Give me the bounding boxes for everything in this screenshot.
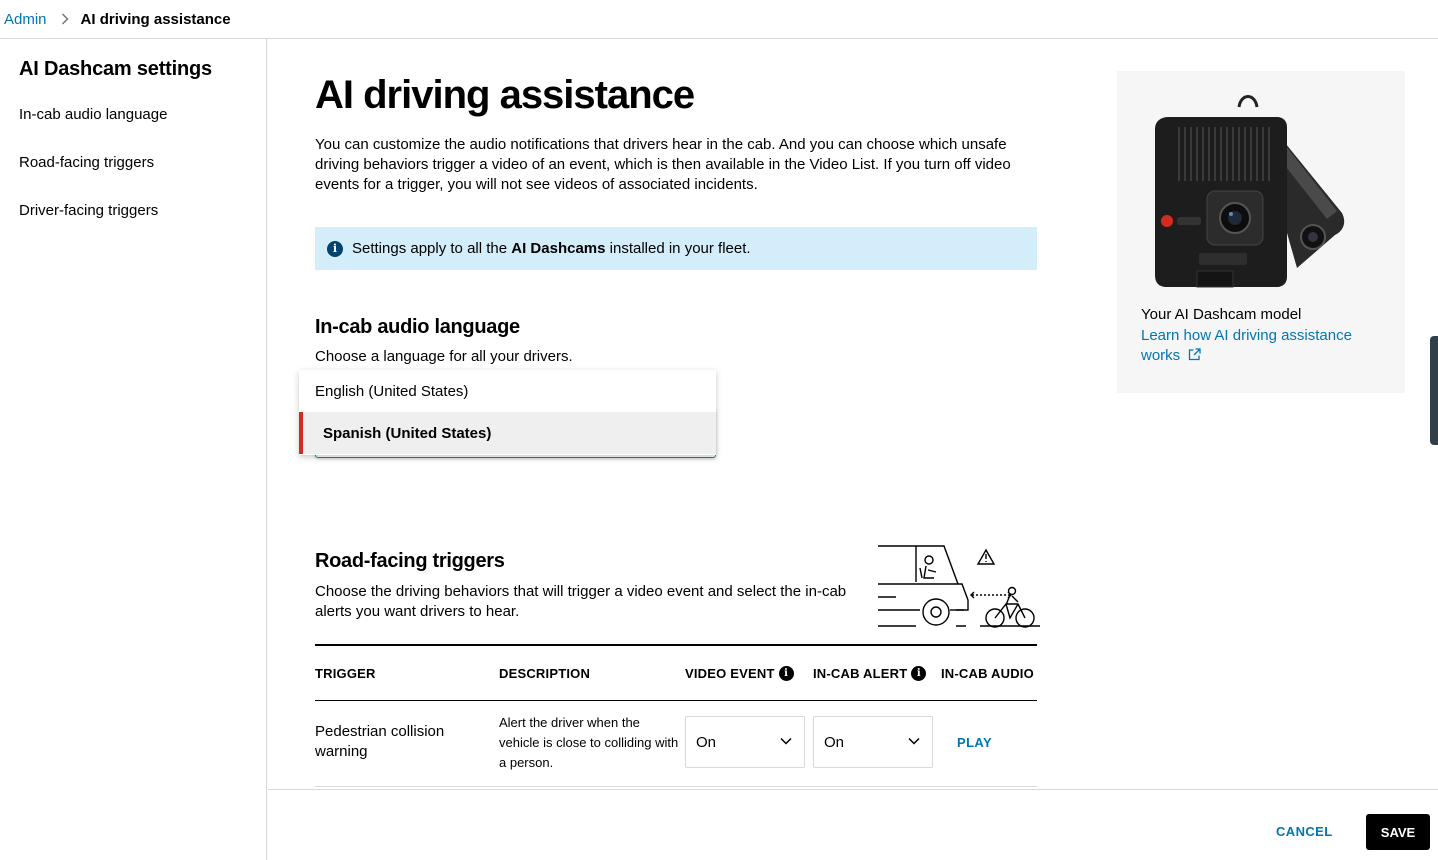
header-in-cab-alert: IN-CAB ALERT i: [813, 666, 927, 681]
header-trigger: TRIGGER: [315, 666, 376, 681]
trigger-name: Pedestrian collision warning: [315, 723, 445, 760]
sidebar-item-driver-facing-triggers[interactable]: Driver-facing triggers: [19, 202, 158, 219]
intro-text: You can customize the audio notification…: [315, 136, 1011, 193]
language-dropdown: English (United States) Spanish (United …: [299, 370, 716, 455]
page-title: AI driving assistance: [315, 73, 695, 117]
breadcrumb: Admin AI driving assistance: [0, 0, 1438, 39]
trigger-description: Alert the driver when the vehicle is clo…: [499, 715, 679, 770]
external-link-icon: [1189, 348, 1201, 361]
car-cyclist-illustration: [878, 545, 1040, 628]
video-event-select[interactable]: On: [685, 716, 805, 768]
in-cab-alert-value: On: [824, 733, 845, 751]
chevron-right-icon: [61, 13, 69, 25]
dashcam-device-image: [1155, 95, 1345, 288]
header-trigger-label: TRIGGER: [315, 666, 376, 681]
language-section-title: In-cab audio language: [315, 316, 520, 338]
info-icon: i: [327, 240, 343, 257]
banner-suffix: installed in your fleet.: [605, 240, 751, 257]
language-option-spanish[interactable]: Spanish (United States): [299, 412, 716, 454]
info-banner: i Settings apply to all the AI Dashcams …: [315, 227, 1037, 270]
cancel-button[interactable]: CANCEL: [1276, 824, 1333, 839]
sidebar-title: AI Dashcam settings: [19, 58, 212, 80]
road-triggers-table: TRIGGER DESCRIPTION VIDEO EVENT i IN-CAB …: [315, 644, 1037, 787]
learn-more-link-text: Learn how AI driving assistance works: [1141, 327, 1352, 364]
header-description: DESCRIPTION: [499, 666, 590, 681]
language-section-description: Choose a language for all your drivers.: [315, 348, 573, 365]
save-button[interactable]: SAVE: [1366, 814, 1430, 850]
header-in-cab-audio: IN-CAB AUDIO: [941, 666, 1034, 681]
table-header: TRIGGER DESCRIPTION VIDEO EVENT i IN-CAB …: [315, 644, 1037, 701]
video-event-value: On: [696, 733, 717, 751]
header-video-event: VIDEO EVENT i: [685, 666, 794, 681]
banner-bold: AI Dashcams: [511, 240, 606, 257]
chevron-down-icon: [780, 737, 792, 745]
video-event-info-icon[interactable]: i: [778, 666, 794, 681]
sidebar-item-in-cab-audio-language[interactable]: In-cab audio language: [19, 106, 167, 123]
device-model-label: Your AI Dashcam model: [1141, 306, 1302, 323]
footer-action-bar: CANCEL SAVE: [268, 789, 1438, 860]
scrollbar-thumb[interactable]: [1430, 336, 1438, 445]
play-audio-link[interactable]: PLAY: [957, 735, 992, 750]
language-option-english[interactable]: English (United States): [299, 370, 716, 412]
table-row: Pedestrian collision warning Alert the d…: [315, 701, 1037, 787]
header-in-cab-audio-label: IN-CAB AUDIO: [941, 666, 1034, 681]
breadcrumb-admin-link[interactable]: Admin: [4, 11, 47, 28]
banner-prefix: Settings apply to all the: [352, 240, 512, 257]
road-section-title: Road-facing triggers: [315, 550, 505, 572]
header-description-label: DESCRIPTION: [499, 666, 591, 681]
learn-more-link[interactable]: Learn how AI driving assistance works: [1141, 326, 1381, 366]
sidebar: AI Dashcam settings In-cab audio languag…: [0, 39, 267, 860]
breadcrumb-current: AI driving assistance: [80, 10, 231, 28]
in-cab-alert-select[interactable]: On: [813, 716, 933, 768]
header-in-cab-alert-label: IN-CAB ALERT: [813, 666, 908, 681]
sidebar-item-road-facing-triggers[interactable]: Road-facing triggers: [19, 154, 154, 171]
chevron-down-icon: [908, 737, 920, 745]
road-section-description: Choose the driving behaviors that will t…: [315, 583, 847, 620]
device-panel: Your AI Dashcam model Learn how AI drivi…: [1117, 71, 1405, 393]
in-cab-alert-info-icon[interactable]: i: [911, 666, 927, 681]
header-video-event-label: VIDEO EVENT: [685, 666, 775, 681]
